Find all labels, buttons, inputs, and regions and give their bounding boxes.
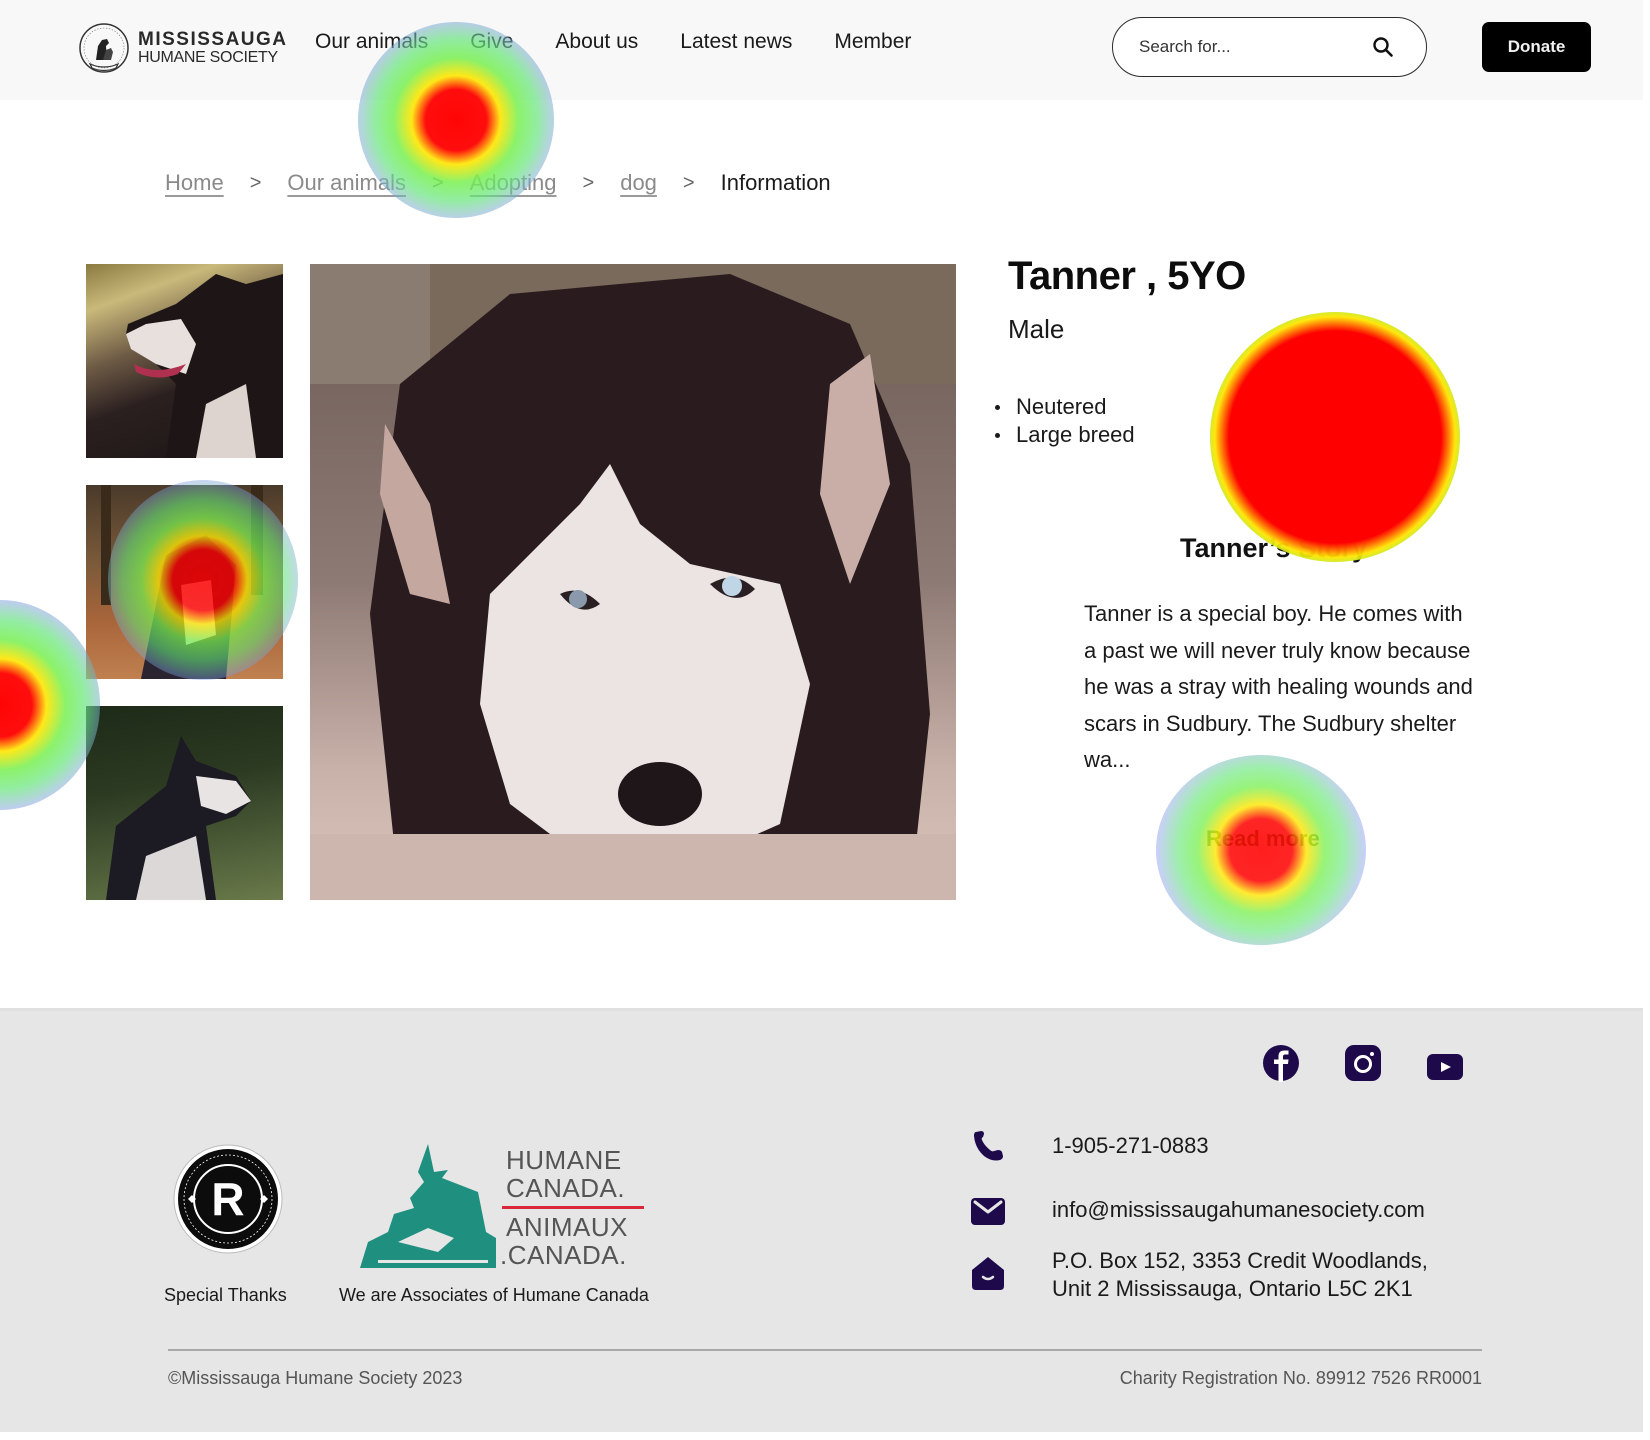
story-title: Tanner’s Story [1180, 533, 1368, 563]
email-icon [971, 1198, 1005, 1225]
site-logo[interactable]: MISSISSAUGA HUMANE SOCIETY [76, 20, 288, 76]
youtube-icon[interactable] [1426, 1048, 1464, 1086]
trait-label: Neutered [1016, 394, 1107, 419]
hc-logo-line-3: ANIMAUX [506, 1212, 628, 1242]
home-icon [972, 1257, 1004, 1290]
page: MISSISSAUGA HUMANE SOCIETY Our animals G… [0, 0, 1643, 1432]
nav-member[interactable]: Member [834, 30, 911, 54]
sponsor-caption: Special Thanks [164, 1285, 287, 1305]
hc-logo-line-1: HUMANE [506, 1145, 622, 1175]
husky-grass-photo [106, 736, 251, 900]
bullet-icon [995, 432, 1000, 438]
associate-caption: We are Associates of Humane Canada [339, 1285, 649, 1305]
husky-autumn-photo [101, 485, 263, 679]
logo-line-1: MISSISSAUGA [138, 29, 288, 50]
footer-divider [168, 1349, 1482, 1351]
nav-latest-news[interactable]: Latest news [680, 30, 792, 54]
search-icon[interactable] [1372, 36, 1394, 58]
instagram-icon[interactable] [1344, 1044, 1382, 1082]
trait-item: Neutered [995, 393, 1135, 421]
thumbnail-husky-profile[interactable] [86, 264, 283, 458]
main-nav: Our animals Give About us Latest news Me… [315, 30, 953, 54]
bullet-icon [995, 404, 1000, 410]
breadcrumb-adopting[interactable]: Adopting [470, 170, 557, 196]
address-line-1: P.O. Box 152, 3353 Credit Woodlands, [1052, 1248, 1428, 1273]
breadcrumb: Home > Our animals > Adopting > dog > In… [165, 170, 831, 196]
breadcrumb-home[interactable]: Home [165, 170, 224, 196]
phone-icon [974, 1131, 1003, 1161]
nav-our-animals[interactable]: Our animals [315, 30, 428, 54]
read-more-link[interactable]: Read more [1206, 826, 1320, 852]
heatmap-spot [1210, 312, 1460, 562]
address-line-2: Unit 2 Mississauga, Ontario L5C 2K1 [1052, 1276, 1413, 1301]
breadcrumb-our-animals[interactable]: Our animals [287, 170, 406, 196]
trait-label: Large breed [1016, 422, 1135, 447]
nav-give[interactable]: Give [470, 30, 513, 54]
chevron-right-icon: > [431, 171, 444, 194]
thumbnail-husky-grass[interactable] [86, 706, 283, 900]
facebook-icon[interactable] [1262, 1044, 1300, 1082]
nav-about-us[interactable]: About us [555, 30, 638, 54]
hc-logo-line-4: .CANADA. [500, 1240, 627, 1270]
trait-item: Large breed [995, 421, 1135, 449]
story-text: Tanner is a special boy. He comes with a… [1084, 601, 1473, 772]
husky-profile-photo [126, 274, 283, 458]
pet-sex: Male [1008, 314, 1065, 344]
chevron-right-icon: > [582, 171, 595, 194]
humane-canada-logo[interactable]: HUMANE CANADA. ANIMAUX .CANADA. [358, 1142, 648, 1270]
donate-button[interactable]: Donate [1482, 22, 1591, 72]
pet-name: Tanner , 5YO [1008, 254, 1246, 298]
search-input[interactable] [1139, 37, 1359, 57]
logo-emblem-icon [79, 23, 129, 73]
site-header: MISSISSAUGA HUMANE SOCIETY Our animals G… [0, 0, 1643, 100]
thumbnail-husky-autumn[interactable] [86, 485, 283, 679]
humane-canada-animals-icon [360, 1144, 496, 1268]
sponsor-badge-logo[interactable]: R [172, 1143, 284, 1255]
hc-logo-divider [502, 1206, 644, 1209]
sponsor-badge-letter: R [211, 1173, 244, 1225]
contact-address: P.O. Box 152, 3353 Credit Woodlands, Uni… [1052, 1247, 1428, 1303]
breadcrumb-current: Information [720, 170, 831, 195]
main-photo[interactable] [310, 264, 956, 900]
pet-traits-list: Neutered Large breed [995, 393, 1135, 449]
copyright-text: ©Mississauga Humane Society 2023 [168, 1368, 463, 1388]
charity-registration: Charity Registration No. 89912 7526 RR00… [1119, 1368, 1482, 1388]
chevron-right-icon: > [249, 171, 262, 194]
contact-email[interactable]: info@mississaugahumanesociety.com [1052, 1196, 1425, 1224]
contact-phone[interactable]: 1-905-271-0883 [1052, 1132, 1209, 1160]
husky-lying-photo [310, 264, 956, 900]
chevron-right-icon: > [682, 171, 695, 194]
breadcrumb-dog[interactable]: dog [620, 170, 657, 196]
heatmap-spot [0, 600, 100, 810]
hc-logo-line-2: CANADA. [506, 1173, 626, 1203]
logo-line-2: HUMANE SOCIETY [138, 49, 278, 66]
search-box [1112, 17, 1427, 77]
